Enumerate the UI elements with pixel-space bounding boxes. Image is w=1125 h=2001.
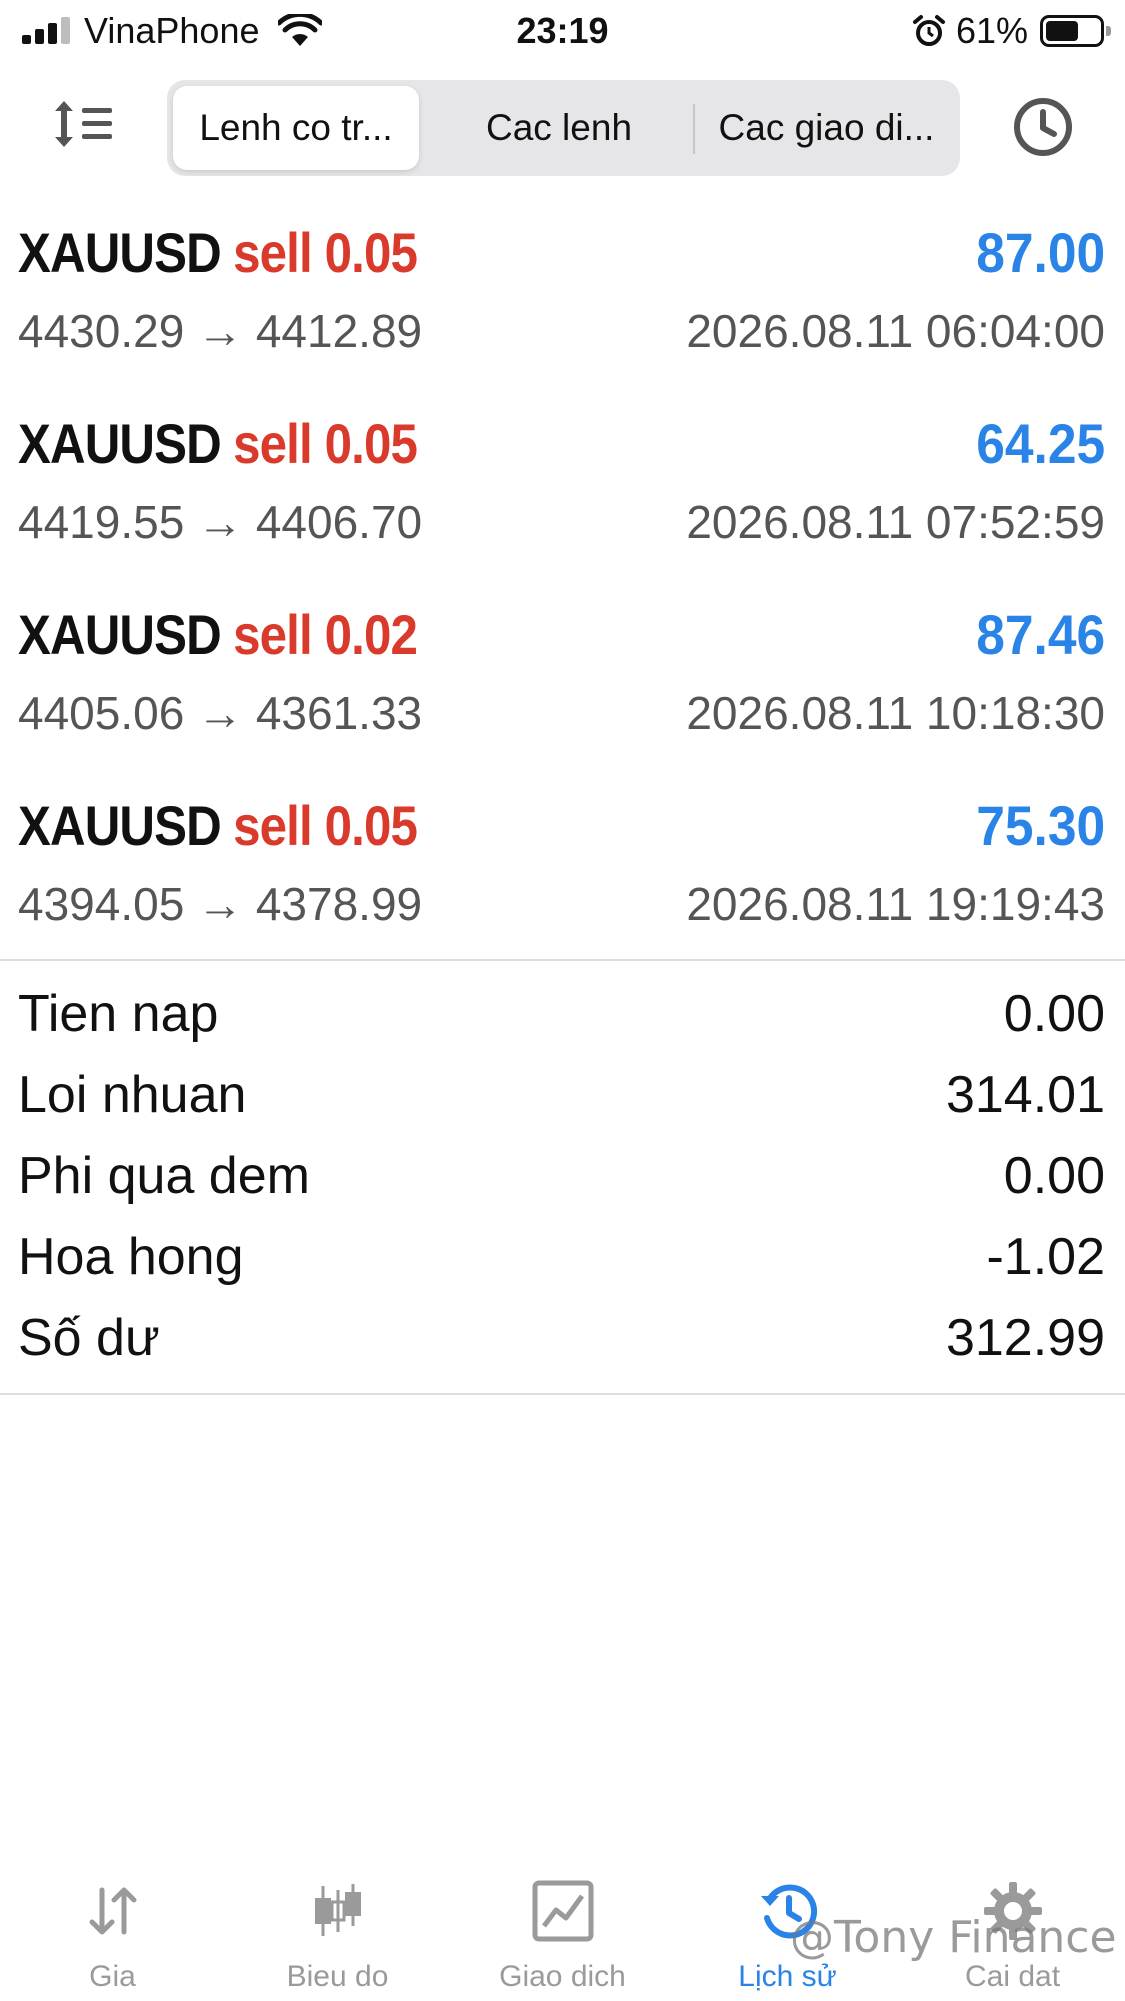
summary-row-balance: Số dư 312.99 [0,1302,1125,1383]
tab-deals-label: Cac giao di... [718,107,935,148]
tab-settings-label: Cai dat [964,1960,1061,1993]
trade-time: 2026.08.11 10:18:30 [686,687,1105,739]
summary-row-profit: Loi nhuan 314.01 [0,1059,1125,1140]
trade-symbol: XAUUSD sell 0.05 [18,794,418,857]
trade-row[interactable]: XAUUSD sell 0.05 75.30 4394.05 → 4378.99 … [0,773,1125,964]
summary-label: Số dư [18,1309,160,1367]
summary-value: 314.01 [945,1066,1105,1124]
watermark: @Tony Finance [790,1912,1117,1963]
tab-positions-label: Lenh co tr... [199,107,393,148]
trade-side: sell 0.05 [233,794,418,857]
tab-orders[interactable]: Cac lenh [429,86,689,170]
tab-trade-label: Giao dich [499,1960,626,1993]
summary-value: 0.00 [1003,985,1105,1043]
sort-icon [55,101,112,147]
summary-label: Hoa hong [18,1228,244,1286]
summary-row-deposit: Tien nap 0.00 [0,978,1125,1059]
tab-quotes-label: Gia [89,1960,136,1993]
history-header: Lenh co tr... Cac lenh Cac giao di... [0,62,1125,192]
trade-profit: 64.25 [976,412,1105,475]
alarm-icon [913,15,945,46]
summary-value: -1.02 [986,1228,1105,1286]
tab-deals[interactable]: Cac giao di... [699,86,954,170]
list-divider [0,959,1125,961]
trade-time: 2026.08.11 06:04:00 [686,305,1105,357]
history-segmented-control: Lenh co tr... Cac lenh Cac giao di... [167,80,960,176]
summary-row-swap: Phi qua dem 0.00 [0,1140,1125,1221]
trade-side: sell 0.05 [233,412,418,475]
trade-profit: 75.30 [976,794,1105,857]
tab-chart-label: Bieu do [286,1960,389,1993]
tab-history-label: Lịch sử [738,1960,837,1993]
summary-label: Tien nap [18,985,219,1043]
trade-profit: 87.46 [976,603,1105,666]
trade-time: 2026.08.11 07:52:59 [686,496,1105,548]
summary-label: Phi qua dem [18,1147,310,1205]
status-bar: VinaPhone 23:19 61% [0,0,1125,62]
summary-divider [0,1393,1125,1395]
trade-time: 2026.08.11 19:19:43 [686,878,1105,930]
tab-positions[interactable]: Lenh co tr... [173,86,419,170]
trade-row[interactable]: XAUUSD sell 0.05 87.00 4430.29 → 4412.89 … [0,200,1125,391]
trade-list: XAUUSD sell 0.05 87.00 4430.29 → 4412.89 … [0,200,1125,964]
trade-prices: 4430.29 → 4412.89 [18,305,423,357]
trade-profit: 87.00 [976,221,1105,284]
trade-prices: 4419.55 → 4406.70 [18,496,423,548]
tab-trade[interactable]: Giao dich [450,1860,675,2001]
tab-quotes[interactable]: Gia [0,1860,225,2001]
candlestick-chart-icon [315,1884,361,1936]
trade-symbol: XAUUSD sell 0.02 [18,603,418,666]
segment-divider [693,104,695,154]
summary-label: Loi nhuan [18,1066,247,1124]
trade-symbol: XAUUSD sell 0.05 [18,221,418,284]
battery-icon [1040,15,1111,47]
battery-fill [1046,21,1078,41]
tab-chart[interactable]: Bieu do [225,1860,450,2001]
trade-chart-icon [532,1880,594,1942]
account-summary: Tien nap 0.00 Loi nhuan 314.01 Phi qua d… [0,978,1125,1383]
tab-orders-label: Cac lenh [485,107,633,148]
trade-prices: 4394.05 → 4378.99 [18,878,423,930]
summary-value: 312.99 [945,1309,1105,1367]
battery-percent: 61% [956,10,1029,51]
trade-symbol: XAUUSD sell 0.05 [18,412,418,475]
trade-side: sell 0.02 [233,603,418,666]
quotes-arrows-icon [89,1887,137,1935]
sort-button[interactable] [48,92,118,156]
summary-row-commission: Hoa hong -1.02 [0,1221,1125,1302]
summary-value: 0.00 [1003,1147,1105,1205]
trade-row[interactable]: XAUUSD sell 0.05 64.25 4419.55 → 4406.70 … [0,391,1125,582]
trade-row[interactable]: XAUUSD sell 0.02 87.46 4405.06 → 4361.33 … [0,582,1125,773]
clock-icon[interactable] [1012,96,1074,158]
trade-side: sell 0.05 [233,221,418,284]
trade-prices: 4405.06 → 4361.33 [18,687,423,739]
